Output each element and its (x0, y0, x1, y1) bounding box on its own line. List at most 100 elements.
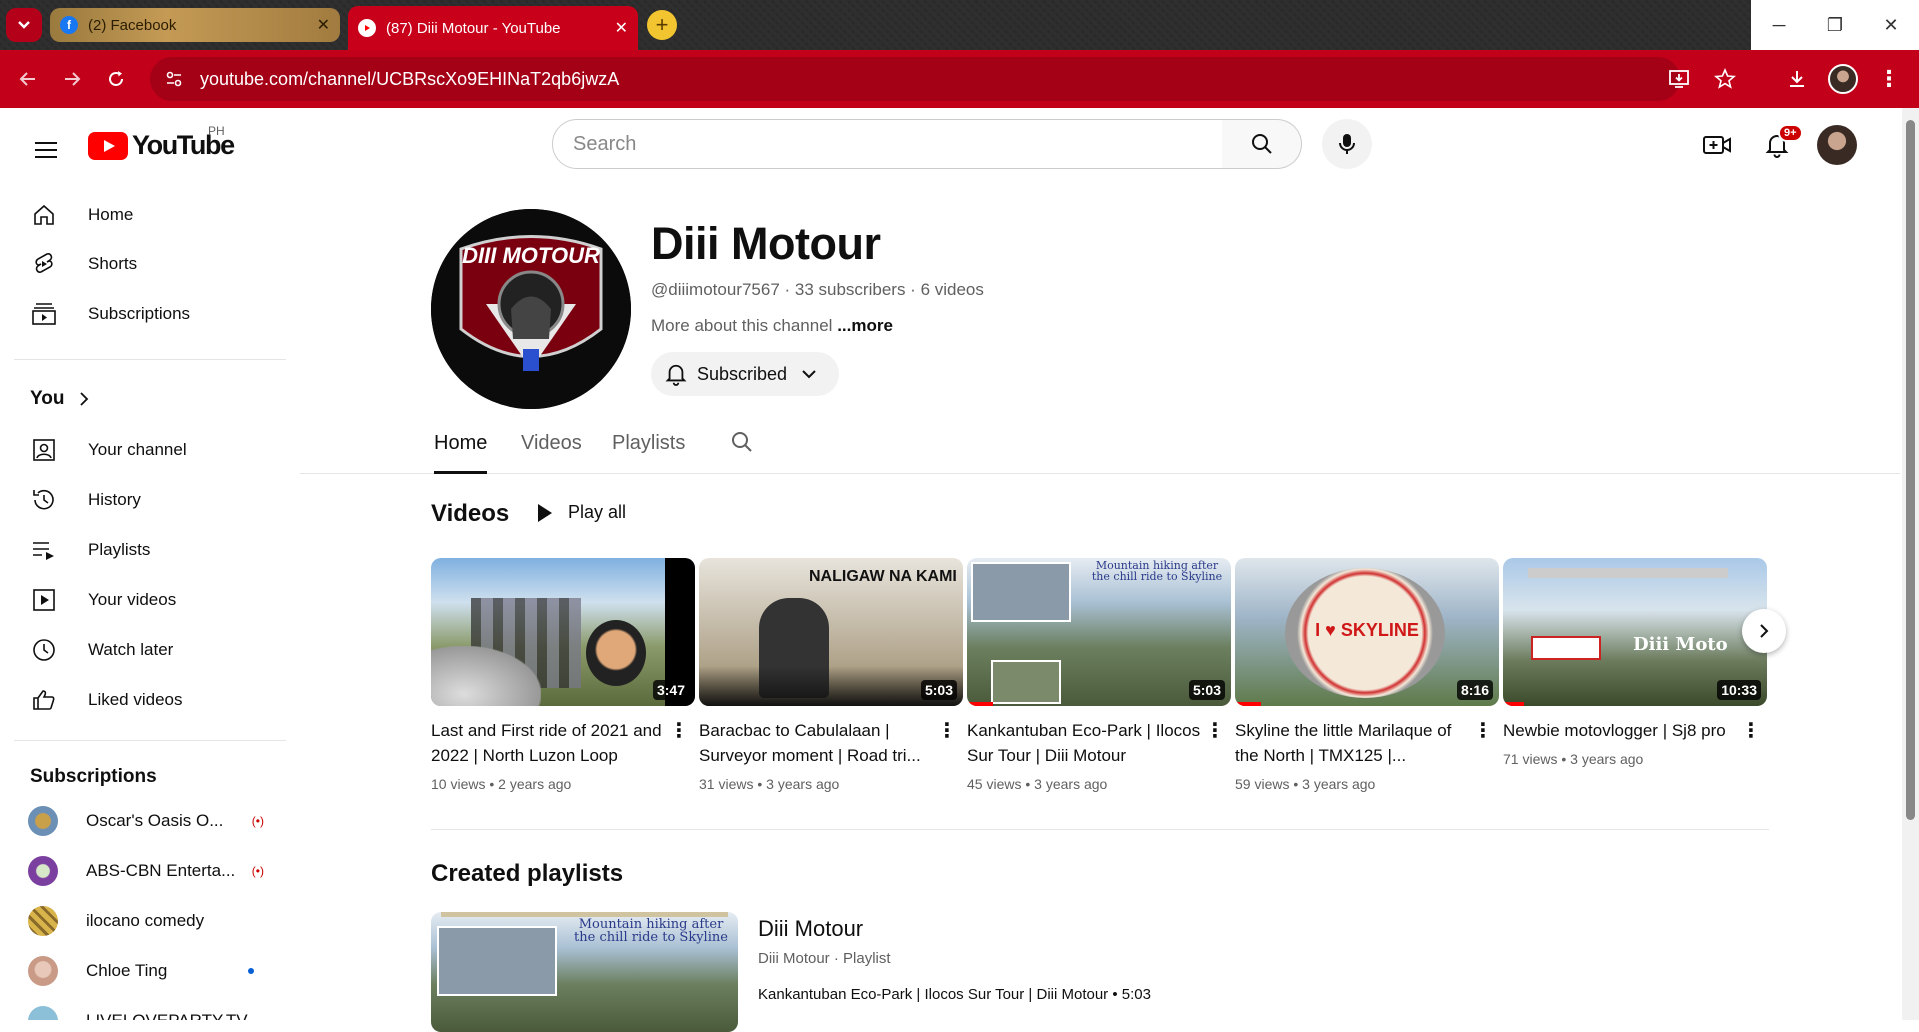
sidebar-item-playlists[interactable]: Playlists (14, 526, 284, 574)
video-card[interactable]: I ♥ SKYLINE 8:16 Skyline the little Mari… (1235, 558, 1499, 792)
voice-search-button[interactable] (1322, 119, 1372, 169)
close-tab-icon[interactable]: ✕ (615, 18, 628, 38)
video-card[interactable]: Mountain hiking after the chill ride to … (967, 558, 1231, 792)
playlist-title[interactable]: Diii Motour (758, 916, 863, 942)
channel-search-button[interactable] (730, 430, 754, 470)
tab-playlists[interactable]: Playlists (612, 432, 685, 471)
reload-button[interactable] (94, 57, 138, 101)
subscriber-count: 33 subscribers (794, 280, 906, 299)
video-card[interactable]: 3:47 Last and First ride of 2021 and 202… (431, 558, 695, 792)
sidebar-item-liked-videos[interactable]: Liked videos (14, 676, 284, 724)
notifications-button[interactable]: 9+ (1754, 122, 1803, 168)
sidebar-item-label: Shorts (88, 254, 138, 273)
video-menu-icon[interactable]: ⋮ (1205, 718, 1225, 743)
sidebar-item-label: Subscriptions (88, 304, 191, 323)
sidebar-subscription-item[interactable]: ABS-CBN Enterta... (•) (14, 847, 284, 895)
tab-videos[interactable]: Videos (521, 432, 582, 471)
video-title[interactable]: Baracbac to Cabulalaan | Surveyor moment… (699, 718, 939, 768)
sidebar-subscription-item[interactable]: Oscar's Oasis O... (•) (14, 797, 284, 845)
video-menu-icon[interactable]: ⋮ (937, 718, 957, 743)
video-thumbnail[interactable]: 3:47 (431, 558, 695, 706)
sidebar-item-history[interactable]: History (14, 476, 284, 524)
create-button[interactable] (1694, 122, 1740, 168)
account-avatar-button[interactable] (1814, 122, 1860, 168)
close-tab-icon[interactable]: ✕ (317, 15, 330, 35)
sidebar-you-header[interactable]: You (30, 388, 94, 410)
notification-badge: 9+ (1778, 124, 1803, 142)
video-meta: 59 views • 3 years ago (1235, 776, 1376, 792)
scrollbar-thumb[interactable] (1906, 120, 1915, 820)
avatar (28, 856, 58, 886)
url-text: youtube.com/channel/UCBRscXo9EHINaT2qb6j… (200, 68, 620, 89)
channel-avatar[interactable]: DIII MOTOUR (431, 209, 631, 409)
address-bar[interactable]: youtube.com/channel/UCBRscXo9EHINaT2qb6j… (150, 57, 1680, 101)
site-info-icon[interactable] (158, 63, 190, 95)
tab-title: (2) Facebook (88, 16, 177, 34)
sidebar-item-your-videos[interactable]: Your videos (14, 576, 284, 624)
video-duration: 5:03 (1188, 680, 1225, 700)
videos-section-title[interactable]: Videos (431, 500, 509, 528)
sidebar-item-home[interactable]: Home (14, 191, 284, 239)
tab-search-button[interactable] (6, 8, 42, 42)
video-menu-icon[interactable]: ⋮ (669, 718, 689, 743)
new-tab-button[interactable]: + (647, 10, 677, 40)
sidebar-item-your-channel[interactable]: Your channel (14, 426, 284, 474)
install-app-icon[interactable] (1659, 59, 1699, 99)
video-count: 6 videos (920, 280, 984, 299)
guide-sidebar: Home Shorts Subscriptions You Your chann… (0, 180, 290, 1020)
microphone-icon (1339, 134, 1355, 154)
playlist-thumbnail[interactable]: Mountain hiking after the chill ride to … (431, 912, 738, 1032)
sidebar-item-shorts[interactable]: Shorts (14, 240, 284, 288)
video-title[interactable]: Skyline the little Marilaque of the Nort… (1235, 718, 1475, 768)
video-thumbnail[interactable]: Diii Moto 10:33 (1503, 558, 1767, 706)
shorts-icon (30, 250, 58, 278)
tab-youtube[interactable]: (87) Diii Motour - YouTube ✕ (348, 6, 638, 50)
about-more-link[interactable]: ...more (837, 316, 893, 335)
page-scrollbar[interactable] (1902, 108, 1919, 1020)
facebook-icon: f (60, 16, 78, 34)
bookmark-star-icon[interactable] (1705, 59, 1745, 99)
create-video-icon (1703, 136, 1731, 154)
subscribed-button[interactable]: Subscribed (651, 352, 839, 396)
back-button[interactable] (6, 57, 50, 101)
video-thumbnail[interactable]: Mountain hiking after the chill ride to … (967, 558, 1231, 706)
tab-home[interactable]: Home (434, 432, 488, 474)
video-thumbnail[interactable]: I ♥ SKYLINE 8:16 (1235, 558, 1499, 706)
menu-kebab-icon[interactable]: ⋮ (1869, 59, 1909, 99)
profile-avatar[interactable] (1823, 59, 1863, 99)
youtube-logo[interactable]: YouTube PH (88, 124, 235, 161)
video-thumbnail[interactable]: NALIGAW NA KAMI 5:03 (699, 558, 963, 706)
video-card[interactable]: Diii Moto 10:33 Newbie motovlogger | Sj8… (1503, 558, 1767, 767)
video-menu-icon[interactable]: ⋮ (1741, 718, 1761, 743)
hamburger-icon (35, 142, 57, 158)
sidebar-item-watch-later[interactable]: Watch later (14, 626, 284, 674)
video-title[interactable]: Last and First ride of 2021 and 2022 | N… (431, 718, 671, 768)
channel-meta: @diiimotour7567 · 33 subscribers · 6 vid… (651, 280, 984, 299)
tab-facebook[interactable]: f (2) Facebook ✕ (50, 8, 340, 42)
video-menu-icon[interactable]: ⋮ (1473, 718, 1493, 743)
search-button[interactable] (1222, 119, 1302, 169)
shelf-next-button[interactable] (1742, 609, 1786, 653)
playlist-first-item[interactable]: Kankantuban Eco-Park | Ilocos Sur Tour |… (758, 986, 1151, 1003)
sidebar-subscription-item[interactable]: LIVELOVEPARTY.TV (14, 997, 284, 1020)
channel-logo-text: DIII MOTOUR (462, 243, 600, 268)
sidebar-subscription-item[interactable]: Chloe Ting (14, 947, 284, 995)
sidebar-subscription-item[interactable]: ilocano comedy (14, 897, 284, 945)
restore-button[interactable]: ❐ (1807, 0, 1863, 50)
sidebar-item-subscriptions[interactable]: Subscriptions (14, 290, 284, 338)
minimize-button[interactable]: ─ (1751, 0, 1807, 50)
video-card[interactable]: NALIGAW NA KAMI 5:03 Baracbac to Cabulal… (699, 558, 963, 792)
sidebar-subscriptions-header: Subscriptions (30, 766, 157, 788)
video-meta: 10 views • 2 years ago (431, 776, 572, 792)
video-title[interactable]: Kankantuban Eco-Park | Ilocos Sur Tour |… (967, 718, 1207, 768)
channel-name: Diii Motour (651, 218, 881, 269)
close-window-button[interactable]: ✕ (1863, 0, 1919, 50)
video-age: 2 years ago (498, 776, 572, 792)
playlists-icon (30, 536, 58, 564)
search-input[interactable]: Search (552, 119, 1224, 169)
guide-menu-button[interactable] (26, 130, 66, 170)
channel-about[interactable]: More about this channel ...more (651, 316, 893, 336)
play-all-button[interactable]: Play all (538, 502, 626, 523)
forward-button[interactable] (50, 57, 94, 101)
downloads-icon[interactable] (1777, 59, 1817, 99)
